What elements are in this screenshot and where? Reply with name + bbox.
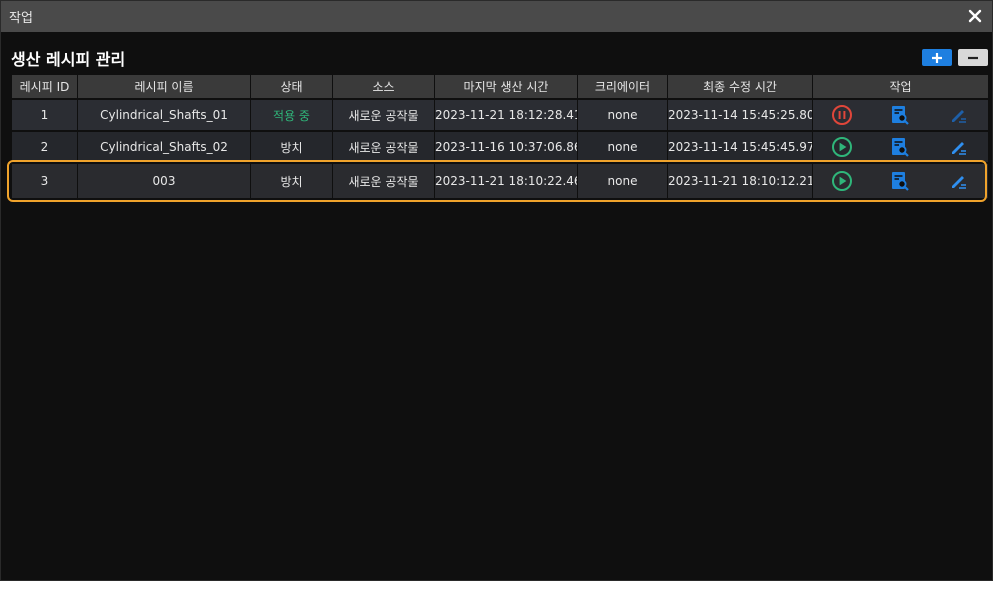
modified-time: 2023-11-14 15:45:25.806 <box>668 100 812 132</box>
recipe-name: Cylindrical_Shafts_01 <box>78 100 250 132</box>
column-header-modified[interactable]: 최종 수정 시간 <box>668 75 812 100</box>
row-actions <box>813 164 988 200</box>
play-icon[interactable] <box>831 136 853 158</box>
status-badge: 방치 <box>251 132 332 164</box>
status-badge: 방치 <box>251 164 332 200</box>
recipe-dialog: 작업 생산 레시피 관리 레시피 ID 레시피 이름 상태 소스 마지막 생산 … <box>0 0 993 581</box>
recipe-id: 3 <box>12 164 77 200</box>
view-recipe-icon[interactable] <box>889 136 911 158</box>
recipe-id: 1 <box>12 100 77 132</box>
recipe-source: 새로운 공작물 <box>333 132 434 164</box>
column-header-source[interactable]: 소스 <box>333 75 434 100</box>
column-header-name[interactable]: 레시피 이름 <box>78 75 250 100</box>
page-title: 생산 레시피 관리 <box>11 50 126 69</box>
row-actions <box>813 100 988 132</box>
edit-recipe-icon[interactable] <box>948 104 970 126</box>
modified-time: 2023-11-21 18:10:12.219 <box>668 164 812 200</box>
edit-recipe-icon[interactable] <box>948 136 970 158</box>
column-header-creator[interactable]: 크리에이터 <box>578 75 667 100</box>
modified-time: 2023-11-14 15:45:45.974 <box>668 132 812 164</box>
last-production-time: 2023-11-16 10:37:06.865 <box>435 132 577 164</box>
recipe-table: 레시피 ID 레시피 이름 상태 소스 마지막 생산 시간 크리에이터 최종 수… <box>11 75 989 200</box>
column-header-status[interactable]: 상태 <box>251 75 332 100</box>
minus-icon <box>968 56 978 59</box>
table-row[interactable]: 2 Cylindrical_Shafts_02 방치 새로운 공작물 2023-… <box>12 132 988 164</box>
pause-icon[interactable] <box>831 104 853 126</box>
edit-recipe-icon[interactable] <box>948 170 970 192</box>
table-header-row: 레시피 ID 레시피 이름 상태 소스 마지막 생산 시간 크리에이터 최종 수… <box>12 75 988 100</box>
add-recipe-button[interactable] <box>922 49 952 66</box>
close-icon[interactable] <box>964 5 986 27</box>
window-title: 작업 <box>9 11 33 26</box>
play-icon[interactable] <box>831 170 853 192</box>
view-recipe-icon[interactable] <box>889 170 911 192</box>
column-header-last-production[interactable]: 마지막 생산 시간 <box>435 75 577 100</box>
recipe-creator: none <box>578 164 667 200</box>
plus-icon <box>932 52 942 63</box>
recipe-creator: none <box>578 132 667 164</box>
last-production-time: 2023-11-21 18:12:28.416 <box>435 100 577 132</box>
view-recipe-icon[interactable] <box>889 104 911 126</box>
column-header-id[interactable]: 레시피 ID <box>12 75 77 100</box>
recipe-name: Cylindrical_Shafts_02 <box>78 132 250 164</box>
recipe-name: 003 <box>78 164 250 200</box>
table-row[interactable]: 1 Cylindrical_Shafts_01 적용 중 새로운 공작물 202… <box>12 100 988 132</box>
status-badge: 적용 중 <box>251 100 332 132</box>
title-bar: 작업 <box>1 1 992 32</box>
row-actions <box>813 132 988 164</box>
column-header-actions: 작업 <box>813 75 988 100</box>
recipe-source: 새로운 공작물 <box>333 100 434 132</box>
last-production-time: 2023-11-21 18:10:22.469 <box>435 164 577 200</box>
recipe-source: 새로운 공작물 <box>333 164 434 200</box>
recipe-creator: none <box>578 100 667 132</box>
table-row[interactable]: 3 003 방치 새로운 공작물 2023-11-21 18:10:22.469… <box>12 164 988 200</box>
remove-recipe-button[interactable] <box>958 49 988 66</box>
recipe-id: 2 <box>12 132 77 164</box>
